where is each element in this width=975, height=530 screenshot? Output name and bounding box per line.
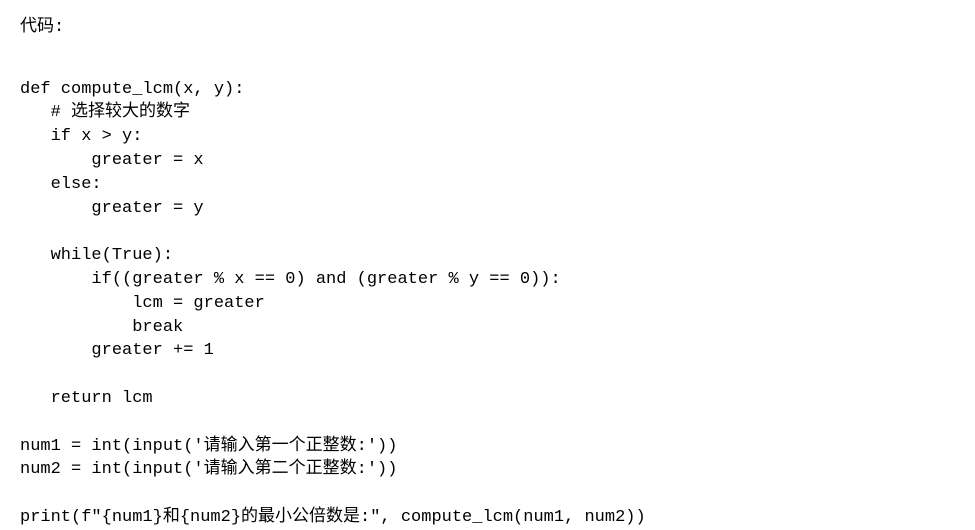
- code-line: def compute_lcm(x, y):: [20, 80, 244, 99]
- code-line: return lcm: [20, 389, 153, 408]
- code-line: if x > y:: [20, 127, 142, 146]
- code-line: greater = x: [20, 151, 204, 170]
- code-line: num2 = int(input('请输入第二个正整数:')): [20, 460, 397, 479]
- code-heading: 代码:: [20, 16, 955, 40]
- code-line: greater += 1: [20, 341, 214, 360]
- code-line: break: [20, 318, 183, 337]
- code-line: # 选择较大的数字: [20, 103, 190, 122]
- code-block: def compute_lcm(x, y): # 选择较大的数字 if x > …: [20, 54, 955, 530]
- code-line: print(f"{num1}和{num2}的最小公倍数是:", compute_…: [20, 508, 646, 527]
- code-line: while(True):: [20, 246, 173, 265]
- code-line: greater = y: [20, 199, 204, 218]
- code-line: num1 = int(input('请输入第一个正整数:')): [20, 437, 397, 456]
- code-line: if((greater % x == 0) and (greater % y =…: [20, 270, 561, 289]
- code-line: else:: [20, 175, 102, 194]
- code-line: lcm = greater: [20, 294, 265, 313]
